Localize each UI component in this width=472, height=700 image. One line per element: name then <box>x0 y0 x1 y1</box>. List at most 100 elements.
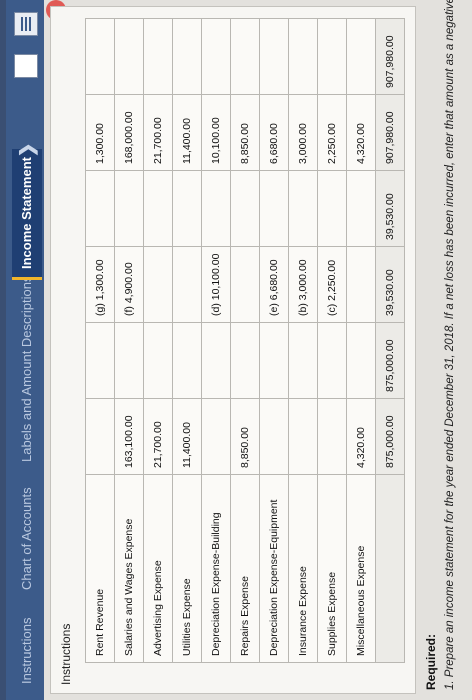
amount-cell: 3,000.00 <box>288 94 318 171</box>
tab-income-statement[interactable]: Income Statement <box>12 149 42 280</box>
screenshot-stage: Instructions Chart of Accounts Labels an… <box>0 0 472 700</box>
amount-cell <box>346 170 376 247</box>
amount-cell <box>201 398 231 475</box>
amount-cell: 8,850.00 <box>230 398 260 475</box>
amount-cell: 907,980.00 <box>375 18 405 95</box>
table-row: Miscellaneous Expense 4,320.00 4,320.00 <box>346 18 376 663</box>
account-name-cell: Depreciation Expense-Equipment <box>259 474 289 663</box>
menu-grid-icon[interactable] <box>14 12 38 36</box>
amount-cell <box>317 398 347 475</box>
panel-title: Instructions <box>59 623 73 685</box>
table-row: Repairs Expense 8,850.00 8,850.00 <box>230 18 260 663</box>
amount-cell <box>201 18 231 95</box>
amount-cell <box>172 246 202 323</box>
amount-cell <box>230 170 260 247</box>
amount-cell <box>172 18 202 95</box>
amount-cell: 10,100.00 <box>201 94 231 171</box>
amount-cell: 39,530.00 <box>375 170 405 247</box>
table-row: Insurance Expense (b) 3,000.00 3,000.00 <box>288 18 318 663</box>
tab-chart-of-accounts[interactable]: Chart of Accounts <box>12 479 42 598</box>
amount-cell <box>346 18 376 95</box>
account-name-cell: Insurance Expense <box>288 474 318 663</box>
worksheet-table: Rent Revenue (g) 1,300.00 1,300.00 Salaries… <box>85 18 405 663</box>
amount-cell <box>259 322 289 399</box>
amount-cell <box>317 322 347 399</box>
account-name-cell: Rent Revenue <box>85 474 115 663</box>
table-row: Depreciation Expense-Equipment (e) 6,680.… <box>259 18 289 663</box>
amount-cell <box>288 18 318 95</box>
table-row: Supplies Expense (c) 2,250.00 2,250.00 <box>317 18 347 663</box>
amount-cell <box>259 170 289 247</box>
amount-cell <box>201 170 231 247</box>
amount-cell: 4,320.00 <box>346 94 376 171</box>
account-name-cell: Repairs Expense <box>230 474 260 663</box>
amount-cell <box>259 18 289 95</box>
amount-cell: (c) 2,250.00 <box>317 246 347 323</box>
amount-cell: 8,850.00 <box>230 94 260 171</box>
amount-cell <box>172 322 202 399</box>
amount-cell <box>288 398 318 475</box>
tab-instructions[interactable]: Instructions <box>12 610 42 692</box>
amount-cell <box>317 18 347 95</box>
amount-cell: 4,320.00 <box>346 398 376 475</box>
amount-cell: 163,100.00 <box>114 398 144 475</box>
amount-cell: 21,700.00 <box>143 94 173 171</box>
amount-cell <box>230 322 260 399</box>
worksheet-panel: Instructions Rent Revenue (g) 1,300.00 1,3… <box>50 6 416 694</box>
account-name-cell: Salaries and Wages Expense <box>114 474 144 663</box>
account-name-cell: Depreciation Expense-Building <box>201 474 231 663</box>
account-name-cell <box>375 474 405 663</box>
amount-cell: 2,250.00 <box>317 94 347 171</box>
totals-row: 875,000.00 875,000.00 39,530.00 39,530.00 90… <box>375 18 405 663</box>
amount-cell <box>85 18 115 95</box>
amount-cell <box>114 18 144 95</box>
account-name-cell: Miscellaneous Expense <box>346 474 376 663</box>
amount-cell: (b) 3,000.00 <box>288 246 318 323</box>
amount-cell <box>85 170 115 247</box>
account-name-cell: Utilities Expense <box>172 474 202 663</box>
amount-cell <box>143 18 173 95</box>
amount-cell <box>230 246 260 323</box>
amount-cell <box>201 322 231 399</box>
amount-cell <box>346 322 376 399</box>
tab-bar-top-strip <box>0 0 6 700</box>
amount-cell: 1,300.00 <box>85 94 115 171</box>
amount-cell <box>230 18 260 95</box>
amount-cell: 875,000.00 <box>375 398 405 475</box>
amount-cell: 21,700.00 <box>143 398 173 475</box>
table-row: Rent Revenue (g) 1,300.00 1,300.00 <box>85 18 115 663</box>
amount-cell <box>143 322 173 399</box>
amount-cell: (e) 6,680.00 <box>259 246 289 323</box>
tab-bar: Instructions Chart of Accounts Labels an… <box>0 0 44 700</box>
requirement-instruction: 1. Prepare an income statement for the y… <box>444 0 456 690</box>
amount-cell <box>85 398 115 475</box>
amount-cell: 907,980.00 <box>375 94 405 171</box>
amount-cell: (g) 1,300.00 <box>85 246 115 323</box>
amount-cell <box>346 246 376 323</box>
amount-cell: 11,400.00 <box>172 94 202 171</box>
amount-cell <box>85 322 115 399</box>
amount-cell <box>288 170 318 247</box>
amount-cell <box>143 246 173 323</box>
table-row: Depreciation Expense-Building (d) 10,100.… <box>201 18 231 663</box>
amount-cell: 39,530.00 <box>375 246 405 323</box>
amount-cell: 6,680.00 <box>259 94 289 171</box>
amount-cell <box>172 170 202 247</box>
amount-cell: 11,400.00 <box>172 398 202 475</box>
table-row: Salaries and Wages Expense 163,100.00 (f) … <box>114 18 144 663</box>
amount-cell: 875,000.00 <box>375 322 405 399</box>
required-heading: Required: <box>424 633 438 690</box>
chevron-right-icon[interactable]: ❯ <box>12 135 42 165</box>
amount-cell: (f) 4,900.00 <box>114 246 144 323</box>
account-name-cell: Advertising Expense <box>143 474 173 663</box>
amount-cell <box>114 170 144 247</box>
table-row: Advertising Expense 21,700.00 21,700.00 <box>143 18 173 663</box>
amount-cell: 168,000.00 <box>114 94 144 171</box>
table-row: Utilities Expense 11,400.00 11,400.00 <box>172 18 202 663</box>
amount-cell <box>114 322 144 399</box>
amount-cell <box>259 398 289 475</box>
popout-window-icon[interactable] <box>14 54 38 78</box>
account-name-cell: Supplies Expense <box>317 474 347 663</box>
tab-labels-and-amount-descriptions[interactable]: Labels and Amount Descriptions <box>12 268 42 470</box>
amount-cell: (d) 10,100.00 <box>201 246 231 323</box>
